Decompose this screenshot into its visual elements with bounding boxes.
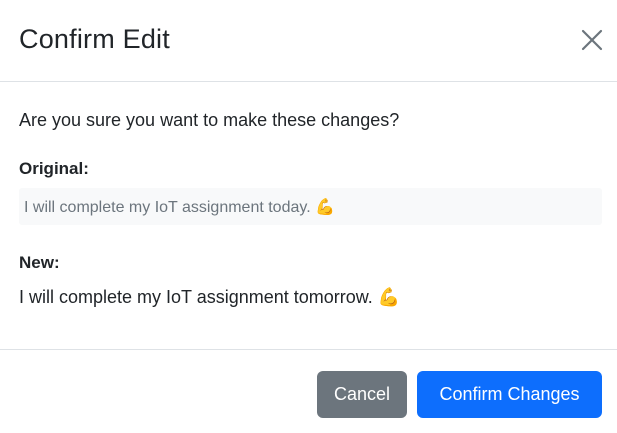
modal-header: Confirm Edit	[0, 0, 617, 82]
close-button[interactable]	[579, 27, 605, 53]
cancel-button[interactable]: Cancel	[317, 371, 407, 418]
new-label: New:	[19, 253, 60, 272]
close-icon	[579, 27, 605, 53]
modal-title: Confirm Edit	[19, 24, 170, 54]
original-text: I will complete my IoT assignment today.…	[24, 199, 335, 216]
confirm-prompt: Are you sure you want to make these chan…	[19, 110, 400, 130]
confirm-changes-button[interactable]: Confirm Changes	[417, 371, 602, 418]
new-text: I will complete my IoT assignment tomorr…	[19, 287, 401, 307]
modal-body: Are you sure you want to make these chan…	[0, 82, 617, 350]
original-label: Original:	[19, 159, 89, 178]
modal-footer: Cancel Confirm Changes	[0, 350, 617, 433]
confirm-edit-modal: Confirm Edit Are you sure you want to ma…	[0, 0, 617, 433]
original-text-box: I will complete my IoT assignment today.…	[19, 188, 602, 225]
